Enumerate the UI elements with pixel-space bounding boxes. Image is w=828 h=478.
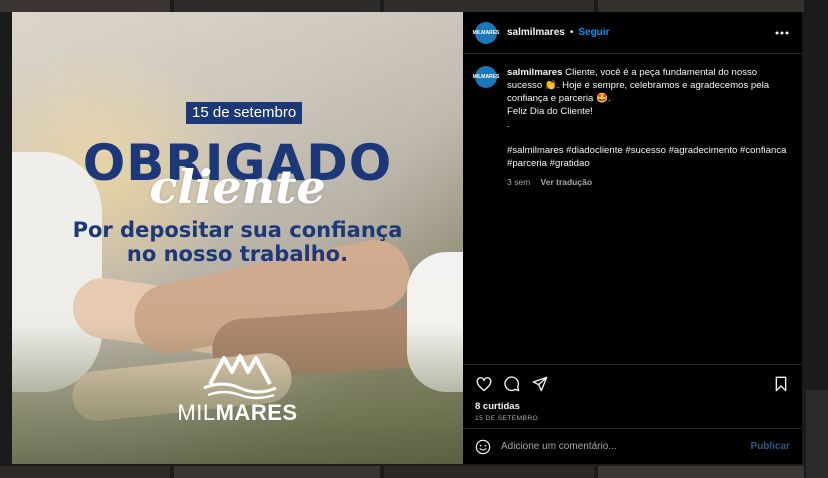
caption-text: Feliz Dia do Cliente! [507, 106, 593, 117]
likes-count[interactable]: 8 curtidas [475, 401, 790, 412]
background-thumbnail [384, 466, 594, 478]
username-link[interactable]: salmilmares [507, 27, 565, 38]
caption-body: salmilmares Cliente, você é a peça funda… [507, 66, 790, 189]
background-thumbnail [384, 0, 594, 12]
avatar[interactable]: MILMARES [472, 21, 500, 44]
caption-text: . [507, 119, 510, 130]
comments-area[interactable]: MILMARES salmilmares Cliente, você é a p… [463, 54, 802, 364]
more-options-icon[interactable] [774, 25, 790, 41]
post-details-panel: MILMARES salmilmares • Seguir MILMARES s… [463, 12, 802, 464]
post-date: 15 DE SETEMBRO [475, 415, 539, 422]
caption: MILMARES salmilmares Cliente, você é a p… [472, 66, 790, 189]
caption-meta: 3 sem Ver tradução [507, 176, 790, 189]
follow-button[interactable]: Seguir [578, 27, 609, 38]
background-thumbnail [598, 0, 804, 12]
headline-script-text: cliente [149, 160, 326, 214]
background-thumbnail [0, 466, 170, 478]
background-thumbnail [174, 0, 380, 12]
background-thumbnail [806, 390, 828, 478]
tagline-line: Por depositar sua confiança [72, 218, 403, 242]
date-badge: 15 de setembro [186, 102, 303, 124]
share-icon[interactable] [531, 375, 549, 393]
post-age[interactable]: 3 sem [507, 177, 530, 187]
post-image[interactable]: 15 de setembro OBRIGADO cliente Por depo… [12, 12, 463, 464]
post-modal: 15 de setembro OBRIGADO cliente Por depo… [12, 12, 802, 464]
background-thumbnail [174, 466, 380, 478]
see-translation-button[interactable]: Ver tradução [541, 177, 593, 187]
mountains-logo-icon [203, 354, 277, 400]
post-header: MILMARES salmilmares • Seguir [463, 12, 802, 54]
background-thumbnail [598, 466, 804, 478]
caption-username[interactable]: salmilmares [507, 67, 562, 78]
emoji-icon[interactable] [475, 439, 491, 455]
publish-button[interactable]: Publicar [751, 441, 790, 452]
comment-bar: Publicar [463, 428, 802, 464]
tagline-line: no nosso trabalho. [126, 242, 349, 266]
separator-dot: • [569, 27, 574, 38]
brand-name-bold: MARES [215, 400, 298, 425]
brand-name-light: MIL [177, 400, 216, 425]
avatar-logo-text: MILMARES [472, 29, 500, 36]
background-thumbnail [0, 0, 170, 12]
heart-icon[interactable] [475, 375, 493, 393]
comment-input[interactable] [501, 441, 751, 452]
caption-hashtags[interactable]: #salmilmares #diadocliente #sucesso #agr… [507, 144, 790, 170]
brand-logo-text: MILMARES [12, 400, 463, 426]
action-icons [475, 375, 790, 393]
comment-icon[interactable] [503, 375, 521, 393]
bookmark-icon[interactable] [772, 375, 790, 393]
avatar-logo-text: MILMARES [472, 74, 500, 80]
tagline: Por depositar sua confiança no nosso tra… [12, 218, 463, 266]
post-actions: 8 curtidas 15 DE SETEMBRO [463, 364, 802, 428]
avatar[interactable]: MILMARES [472, 66, 500, 88]
